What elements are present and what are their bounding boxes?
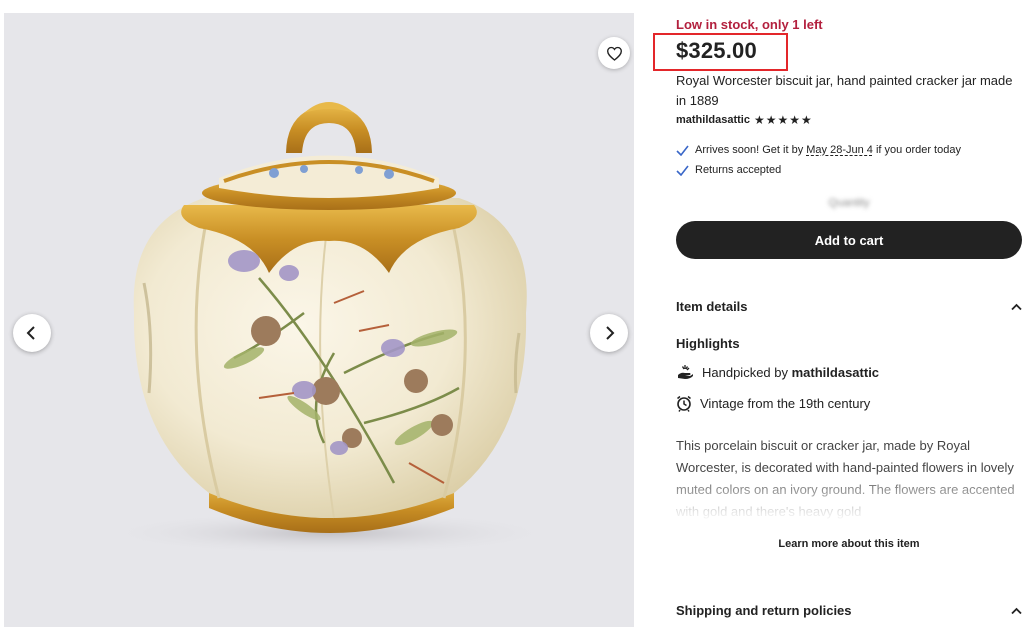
check-icon — [676, 165, 689, 176]
shop-name-link[interactable]: mathildasattic — [676, 114, 750, 126]
previous-image-button[interactable] — [13, 314, 51, 352]
price: $325.00 — [676, 38, 757, 63]
arrival-prefix: Arrives soon! Get it by — [695, 144, 807, 156]
add-to-cart-button[interactable]: Add to cart — [676, 221, 1022, 259]
shipping-policies-toggle[interactable]: Shipping and return policies — [676, 603, 1022, 618]
hand-sparkle-icon — [678, 365, 693, 379]
star-icon: ★ — [789, 113, 801, 127]
arrival-suffix: if you order today — [872, 144, 961, 156]
item-details-toggle[interactable]: Item details — [676, 299, 1022, 314]
returns-label: Returns accepted — [695, 164, 782, 176]
chevron-left-icon — [26, 326, 35, 340]
handpicked-shop-link[interactable]: mathildasattic — [792, 365, 879, 380]
star-icon: ★ — [801, 113, 812, 127]
handpicked-highlight: Handpicked by mathildasattic — [676, 364, 879, 380]
biscuit-jar-photo — [99, 102, 559, 555]
handpicked-prefix: Handpicked by — [702, 364, 792, 380]
next-image-button[interactable] — [590, 314, 628, 352]
star-icon: ★ — [765, 113, 777, 127]
learn-more-link[interactable]: Learn more about this item — [676, 538, 1022, 550]
chevron-right-icon — [606, 326, 615, 340]
alarm-clock-icon — [677, 395, 691, 412]
arrival-estimate: Arrives soon! Get it by May 28-Jun 4 if … — [676, 144, 961, 156]
shop-rating-row: mathildasattic ★ ★ ★ ★ ★ — [676, 114, 812, 126]
item-details-title: Item details — [676, 299, 748, 314]
quantity-selector[interactable]: Quantity — [676, 192, 1022, 214]
rating-stars[interactable]: ★ ★ ★ ★ ★ — [754, 114, 812, 126]
listing-title: Royal Worcester biscuit jar, hand painte… — [676, 73, 1013, 108]
star-icon: ★ — [753, 113, 765, 127]
shipping-policies-title: Shipping and return policies — [676, 603, 852, 618]
chevron-up-icon — [1011, 607, 1022, 614]
highlights-title: Highlights — [676, 336, 740, 351]
arrival-dates[interactable]: May 28-Jun 4 — [806, 144, 873, 156]
listing-image-gallery — [4, 13, 634, 627]
stock-notice: Low in stock, only 1 left — [676, 17, 823, 32]
chevron-up-icon — [1011, 303, 1022, 310]
vintage-label: Vintage from the 19th century — [700, 396, 871, 411]
favorite-button[interactable] — [598, 37, 630, 69]
description-fade — [676, 470, 1022, 522]
vintage-highlight: Vintage from the 19th century — [676, 395, 870, 412]
star-icon: ★ — [777, 113, 789, 127]
listing-info-panel: Low in stock, only 1 left $325.00 Royal … — [653, 0, 1022, 633]
check-icon — [676, 145, 689, 156]
returns-info: Returns accepted — [676, 164, 781, 176]
heart-outline-icon — [606, 46, 622, 61]
